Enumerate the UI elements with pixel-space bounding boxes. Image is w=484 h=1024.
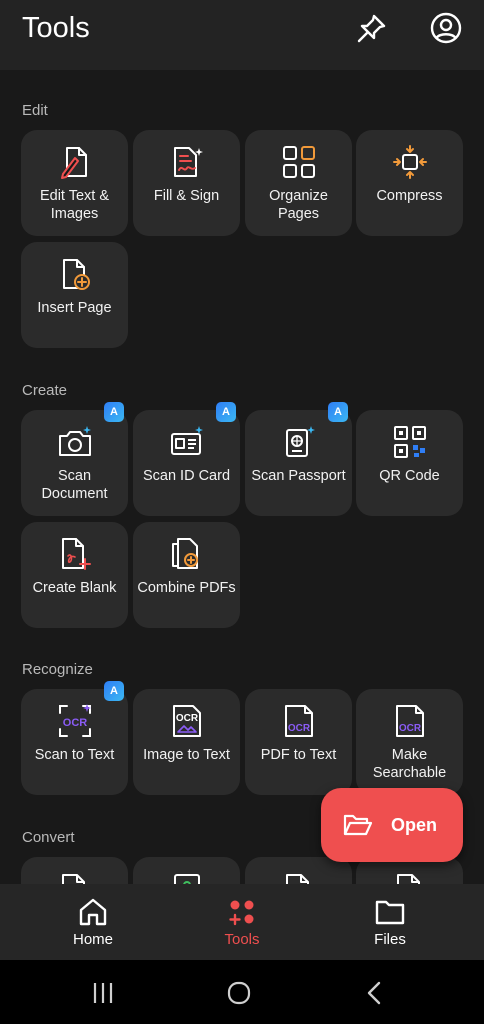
back-icon[interactable] xyxy=(360,978,390,1008)
tool-convert-1[interactable] xyxy=(21,857,128,884)
open-label: Open xyxy=(391,815,438,835)
tool-convert-2[interactable] xyxy=(133,857,240,884)
tool-label: PDF to Text xyxy=(260,747,337,763)
top-app-bar: Tools xyxy=(0,0,484,70)
compress-icon xyxy=(392,144,428,180)
tool-label: Scan Passport xyxy=(251,468,346,484)
section-title-edit: Edit xyxy=(22,102,48,119)
ai-badge: A xyxy=(104,681,124,701)
scan-document-icon xyxy=(57,424,93,460)
nav-files[interactable]: Files xyxy=(330,884,450,960)
tool-organize-pages[interactable]: Organize Pages xyxy=(245,130,352,236)
tool-qr-code[interactable]: QR Code xyxy=(356,410,463,516)
tool-label: Make Searchable xyxy=(372,747,447,781)
tool-label: Scan ID Card xyxy=(142,468,231,484)
ai-badge: A xyxy=(104,402,124,422)
pdf-to-text-icon: OCR xyxy=(281,703,317,739)
tool-scan-id-card[interactable]: A Scan ID Card xyxy=(133,402,240,516)
document-icon xyxy=(57,871,93,884)
recent-apps-icon[interactable] xyxy=(88,978,118,1008)
make-searchable-icon: OCR xyxy=(392,703,428,739)
tool-insert-page[interactable]: Insert Page xyxy=(21,242,128,348)
system-navigation-bar xyxy=(0,960,484,1024)
combine-pdfs-icon xyxy=(169,536,205,572)
svg-text:OCR: OCR xyxy=(63,717,88,729)
svg-text:OCR: OCR xyxy=(176,713,199,724)
tool-label: Combine PDFs xyxy=(137,580,236,596)
tool-label: Scan to Text xyxy=(34,747,115,763)
tool-combine-pdfs[interactable]: Combine PDFs xyxy=(133,522,240,628)
svg-text:OCR: OCR xyxy=(288,723,311,734)
fill-sign-icon xyxy=(169,144,205,180)
tool-edit-text-images[interactable]: Edit Text & Images xyxy=(21,130,128,236)
tool-fill-sign[interactable]: Fill & Sign xyxy=(133,130,240,236)
tool-label: Create Blank xyxy=(32,580,117,596)
image-to-text-icon: OCR xyxy=(169,703,205,739)
tool-scan-passport[interactable]: A Scan Passport xyxy=(245,402,352,516)
tool-make-searchable[interactable]: OCR Make Searchable xyxy=(356,689,463,795)
create-blank-icon xyxy=(57,536,93,572)
nav-label: Tools xyxy=(224,931,260,948)
tool-scan-to-text[interactable]: A OCR Scan to Text xyxy=(21,681,128,795)
ai-badge: A xyxy=(328,402,348,422)
folder-open-icon xyxy=(343,812,373,838)
tool-scan-document[interactable]: A Scan Document xyxy=(21,402,128,516)
tools-icon xyxy=(226,896,258,928)
edit-text-icon xyxy=(57,144,93,180)
organize-pages-icon xyxy=(281,144,317,180)
tool-label: Scan Document xyxy=(41,468,108,502)
nav-label: Files xyxy=(374,931,406,948)
svg-text:OCR: OCR xyxy=(399,723,422,734)
tool-label: Compress xyxy=(376,188,443,204)
tool-label: Fill & Sign xyxy=(153,188,220,204)
document-icon xyxy=(281,871,317,884)
home-icon xyxy=(77,896,109,928)
section-title-create: Create xyxy=(22,382,68,399)
section-title-recognize: Recognize xyxy=(22,661,93,678)
tool-image-to-text[interactable]: OCR Image to Text xyxy=(133,689,240,795)
home-system-icon[interactable] xyxy=(224,978,254,1008)
folder-icon xyxy=(374,896,406,928)
nav-home[interactable]: Home xyxy=(33,884,153,960)
scan-passport-icon xyxy=(281,424,317,460)
scan-id-card-icon xyxy=(169,424,205,460)
nav-label: Home xyxy=(72,931,113,948)
insert-page-icon xyxy=(57,256,93,292)
tool-label: Image to Text xyxy=(143,747,230,763)
tool-create-blank[interactable]: Create Blank xyxy=(21,522,128,628)
qr-code-icon xyxy=(392,424,428,460)
tool-pdf-to-text[interactable]: OCR PDF to Text xyxy=(245,689,352,795)
tool-label: Edit Text & Images xyxy=(39,188,110,222)
account-icon[interactable] xyxy=(426,8,466,48)
tool-label: QR Code xyxy=(379,468,440,484)
tool-compress[interactable]: Compress xyxy=(356,130,463,236)
tool-label: Organize Pages xyxy=(269,188,328,222)
open-button[interactable]: Open xyxy=(321,788,463,862)
document-icon xyxy=(392,871,428,884)
page-title: Tools xyxy=(22,12,90,44)
bottom-navigation: Home Tools Files xyxy=(0,884,484,960)
tool-label: Insert Page xyxy=(37,300,112,316)
scan-to-text-icon: OCR xyxy=(57,703,93,739)
pin-icon[interactable] xyxy=(352,10,390,48)
ai-badge: A xyxy=(216,402,236,422)
section-title-convert: Convert xyxy=(22,829,75,846)
tools-list[interactable]: Edit Edit Text & Images Fill & Sign Orga… xyxy=(0,70,484,884)
nav-tools[interactable]: Tools xyxy=(182,884,302,960)
image-document-icon xyxy=(169,871,205,884)
